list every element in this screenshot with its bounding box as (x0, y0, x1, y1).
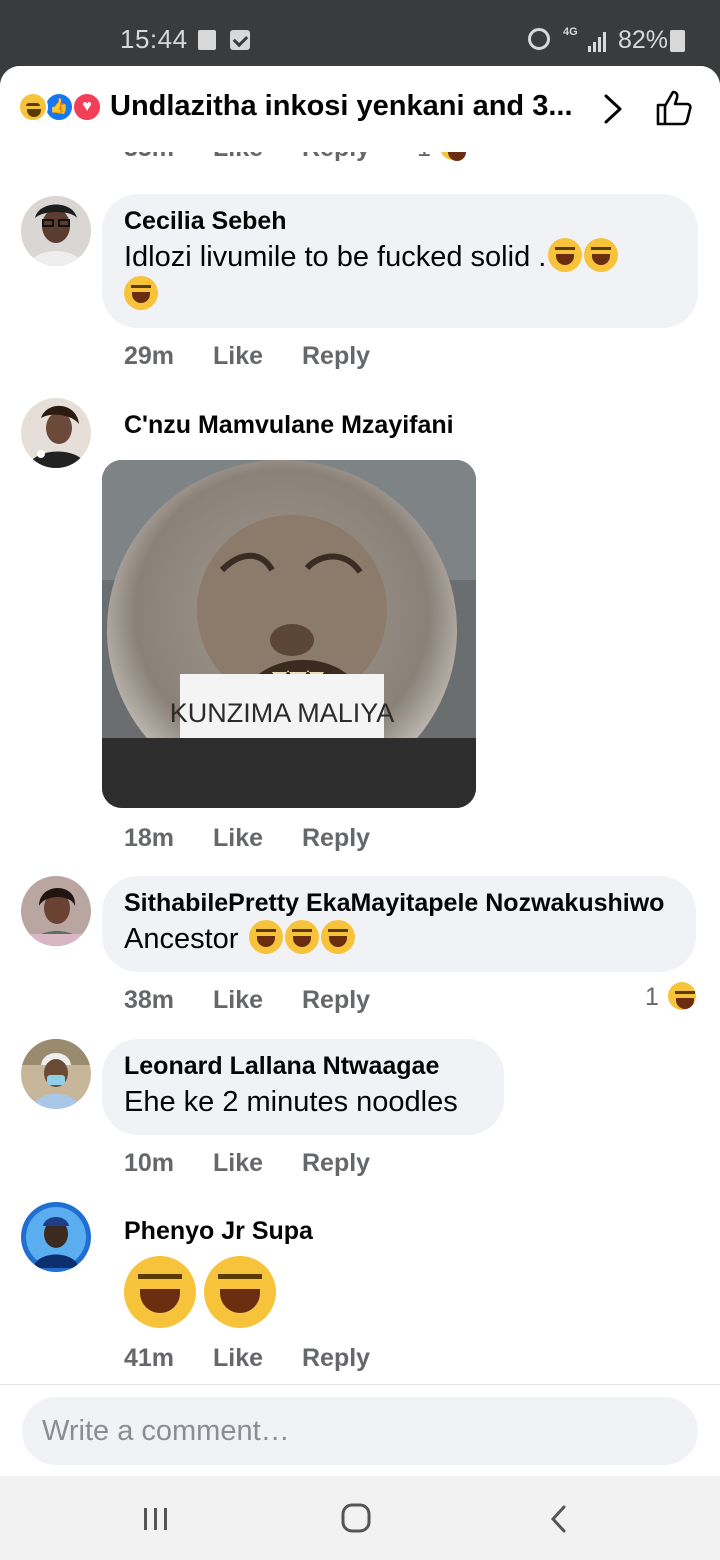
reply-link[interactable]: Reply (302, 1344, 370, 1372)
status-bar: 15:44 4G 82% (0, 0, 720, 68)
reply-link[interactable]: Reply (302, 342, 370, 370)
joy-emoji-icon (284, 920, 319, 954)
like-link[interactable]: Like (213, 342, 263, 370)
comment-bubble[interactable]: SithabilePretty EkaMayitapele Nozwakushi… (102, 876, 696, 972)
status-time: 15:44 (120, 24, 188, 54)
joy-emoji-icon (320, 920, 355, 954)
like-link[interactable]: Like (213, 986, 263, 1014)
joy-emoji-icon (204, 1256, 277, 1328)
sd-card-icon (198, 30, 216, 50)
alarm-icon (528, 28, 550, 50)
battery-charging-icon (670, 30, 685, 52)
like-button-icon[interactable] (654, 88, 694, 128)
comment-emoji-content[interactable] (124, 1256, 277, 1328)
comment-image[interactable]: KUNZIMA MALIYA (102, 460, 476, 808)
comment-composer (0, 1384, 720, 1476)
avatar[interactable] (21, 876, 91, 946)
back-icon[interactable] (540, 1502, 580, 1536)
comment-bubble[interactable]: Cecilia Sebeh Idlozi livumile to be fuck… (102, 194, 698, 328)
home-icon[interactable] (336, 1502, 376, 1536)
comment-author[interactable]: SithabilePretty EkaMayitapele Nozwakushi… (124, 888, 674, 918)
comment-actions: 41m Like Reply (124, 1344, 402, 1373)
comment-author[interactable]: Cecilia Sebeh (124, 206, 676, 236)
comment-actions: 29m Like Reply (124, 342, 402, 371)
reply-link[interactable]: Reply (302, 1149, 370, 1177)
reply-link[interactable]: Reply (302, 824, 370, 852)
comment-time: 38m (124, 986, 175, 1014)
comment-time: 41m (124, 1344, 175, 1372)
reaction-count: 1 (645, 983, 659, 1011)
avatar[interactable] (21, 1202, 91, 1272)
monkey-meme-image: KUNZIMA MALIYA (102, 460, 476, 808)
avatar[interactable] (21, 1039, 91, 1109)
rofl-emoji-icon (584, 238, 619, 272)
comment-actions: 18m Like Reply (124, 824, 402, 853)
recent-apps-icon[interactable] (136, 1502, 176, 1536)
avatar[interactable] (21, 196, 91, 266)
comment-actions: 10m Like Reply (124, 1149, 402, 1178)
phone-screen: 15:44 4G 82% ♥ 👍 Undlazitha inkosi yenka… (0, 0, 720, 1560)
like-link[interactable]: Like (213, 1149, 263, 1177)
chevron-right-icon[interactable] (598, 92, 628, 126)
comment-author[interactable]: Phenyo Jr Supa (124, 1216, 313, 1246)
comment-bubble[interactable]: Leonard Lallana Ntwaagae Ehe ke 2 minute… (102, 1039, 504, 1135)
joy-emoji-icon (248, 920, 283, 954)
reaction-summary[interactable]: 1 (645, 982, 696, 1012)
system-nav-bar (0, 1476, 720, 1560)
comment-author[interactable]: Leonard Lallana Ntwaagae (124, 1051, 482, 1081)
signal-icon (588, 30, 610, 52)
comment-text: Ancestor (124, 920, 674, 958)
like-link[interactable]: Like (213, 824, 263, 852)
comment-time: 18m (124, 824, 175, 852)
comment-text: Ehe ke 2 minutes noodles (124, 1086, 458, 1118)
battery-percent: 82% (618, 26, 669, 54)
comment-text: Idlozi livumile to be fucked solid . (124, 238, 676, 314)
haha-reaction-icon (18, 92, 48, 122)
network-type: 4G (563, 26, 578, 38)
reply-link[interactable]: Reply (302, 986, 370, 1014)
reactions-summary[interactable]: Undlazitha inkosi yenkani and 3... (110, 90, 590, 123)
love-reaction-icon: ♥ (72, 92, 102, 122)
rofl-emoji-icon (124, 276, 158, 310)
like-link[interactable]: Like (213, 1344, 263, 1372)
reactions-header[interactable]: ♥ 👍 Undlazitha inkosi yenkani and 3... (0, 66, 720, 152)
comment-input[interactable] (22, 1397, 698, 1465)
like-reaction-icon: 👍 (44, 92, 74, 122)
joy-emoji-icon (124, 1256, 196, 1328)
avatar[interactable] (21, 398, 91, 468)
comment-actions: 38m Like Reply (124, 986, 704, 1015)
rofl-emoji-icon (548, 238, 583, 272)
comment-time: 10m (124, 1149, 175, 1177)
image-caption: KUNZIMA MALIYA (170, 698, 395, 728)
comment-time: 29m (124, 342, 175, 370)
comment-author[interactable]: C'nzu Mamvulane Mzayifani (124, 410, 454, 440)
haha-reaction-icon (667, 982, 696, 1010)
comments-sheet: ♥ 👍 Undlazitha inkosi yenkani and 3... 3… (0, 66, 720, 1476)
checkbox-notification-icon (230, 30, 250, 50)
